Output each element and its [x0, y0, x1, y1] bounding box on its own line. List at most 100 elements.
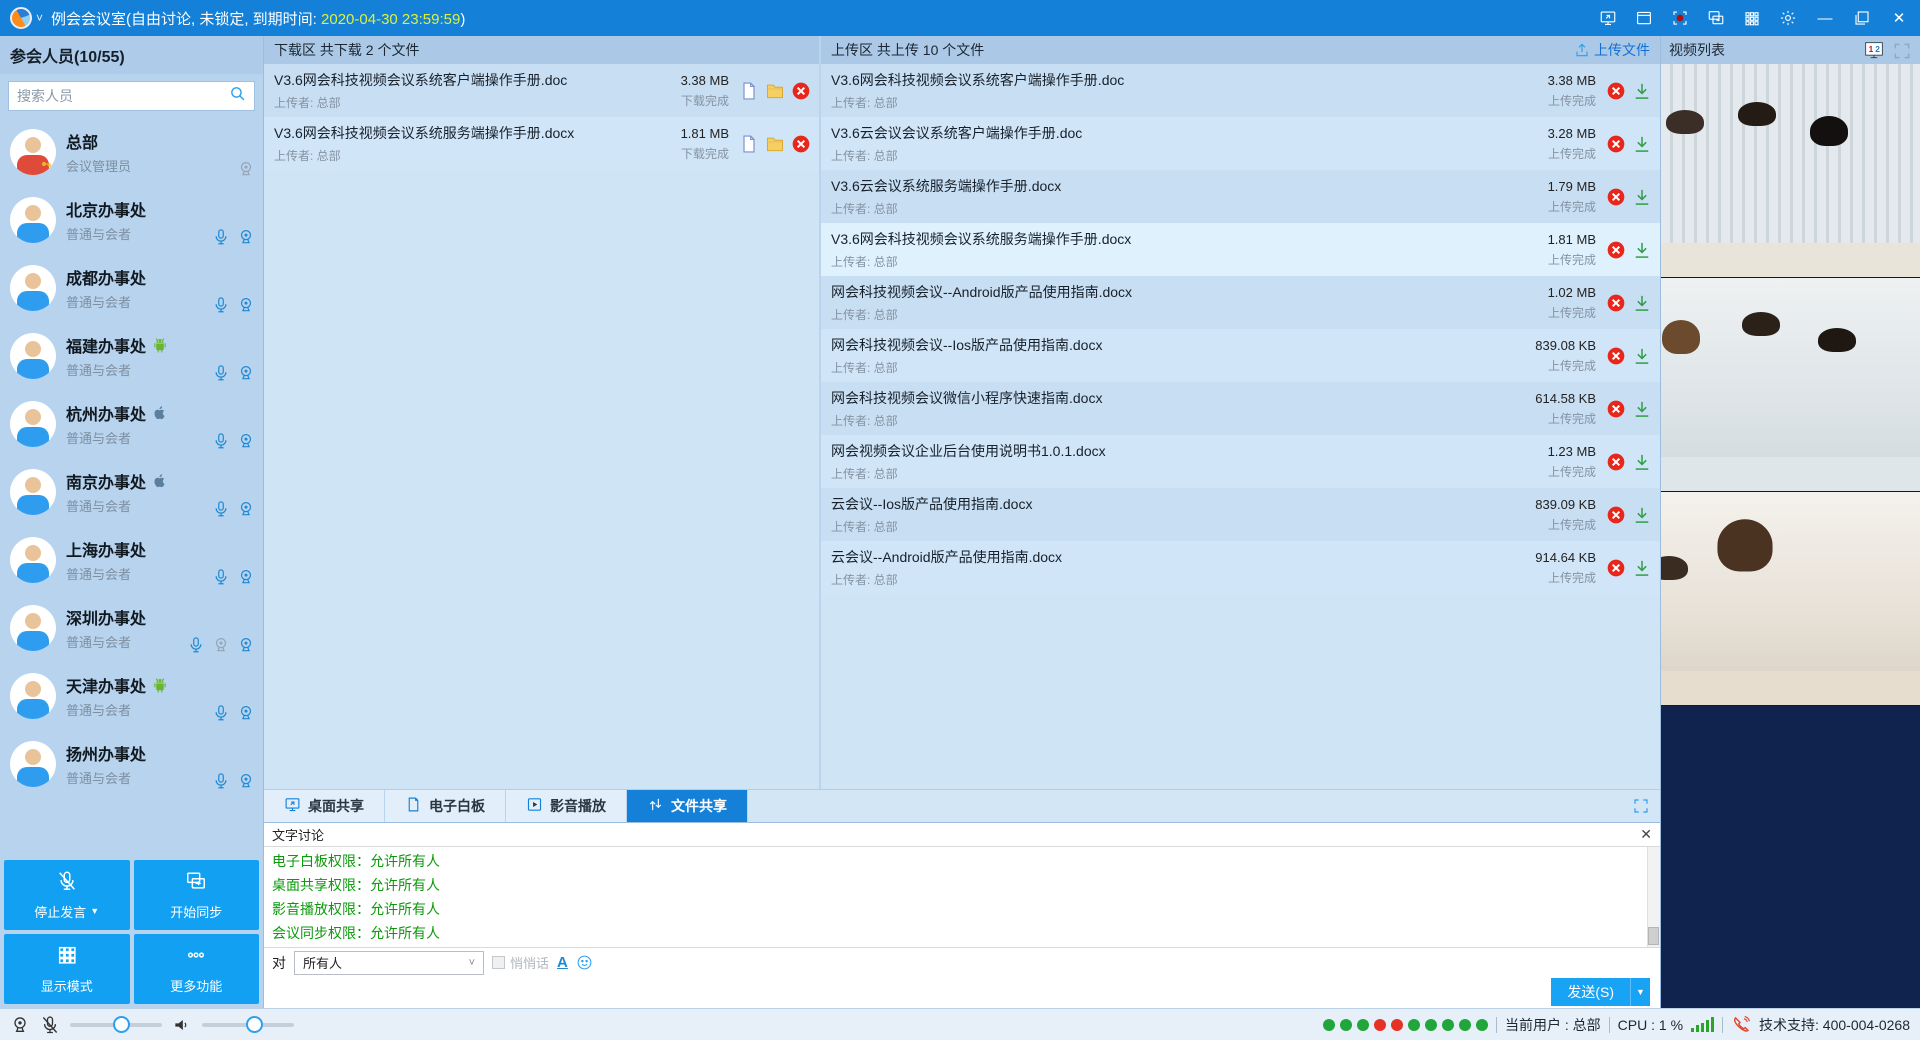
close-button[interactable]: ✕	[1888, 9, 1910, 27]
participant-row[interactable]: 成都办事处普通与会者	[0, 254, 263, 322]
participant-row[interactable]: 北京办事处普通与会者	[0, 186, 263, 254]
video-expand-icon[interactable]	[1892, 41, 1912, 59]
record-icon[interactable]	[1670, 8, 1690, 28]
delete-file-icon[interactable]	[1606, 452, 1626, 472]
upload-file-button[interactable]: 上传文件	[1574, 40, 1650, 60]
participant-row[interactable]: 南京办事处普通与会者	[0, 458, 263, 526]
file-row[interactable]: V3.6网会科技视频会议系统客户端操作手册.doc上传者: 总部3.38 MB上…	[821, 64, 1660, 117]
webcam-icon[interactable]	[237, 296, 255, 314]
minimize-button[interactable]: —	[1814, 10, 1836, 27]
chat-scrollbar[interactable]	[1647, 847, 1660, 947]
sidebar-button-显示模式[interactable]: 显示模式	[4, 934, 130, 1004]
video-thumbnail[interactable]	[1661, 492, 1920, 706]
webcam-icon[interactable]	[10, 1015, 30, 1035]
file-row[interactable]: V3.6网会科技视频会议系统服务端操作手册.docx上传者: 总部1.81 MB…	[264, 117, 819, 170]
participant-row[interactable]: 福建办事处普通与会者	[0, 322, 263, 390]
chat-close-icon[interactable]: ✕	[1640, 826, 1652, 843]
tab-文件共享[interactable]: 文件共享	[627, 790, 748, 822]
mic-icon[interactable]	[212, 364, 230, 382]
search-icon[interactable]	[229, 85, 246, 107]
file-row[interactable]: 云会议--Android版产品使用指南.docx上传者: 总部914.64 KB…	[821, 541, 1660, 594]
webcam-icon[interactable]	[237, 228, 255, 246]
checkbox-icon[interactable]	[492, 956, 505, 969]
participant-row[interactable]: 深圳办事处普通与会者	[0, 594, 263, 662]
webcam-icon[interactable]	[212, 636, 230, 654]
search-input[interactable]	[17, 88, 229, 104]
delete-file-icon[interactable]	[1606, 558, 1626, 578]
webcam-icon[interactable]	[237, 772, 255, 790]
font-icon[interactable]: A	[557, 954, 568, 971]
open-file-icon[interactable]	[739, 134, 759, 154]
download-file-icon[interactable]	[1632, 293, 1652, 313]
download-file-icon[interactable]	[1632, 240, 1652, 260]
delete-file-icon[interactable]	[1606, 293, 1626, 313]
mic-icon[interactable]	[212, 500, 230, 518]
webcam-icon[interactable]	[237, 160, 255, 178]
download-file-icon[interactable]	[1632, 558, 1652, 578]
participant-row[interactable]: 杭州办事处普通与会者	[0, 390, 263, 458]
fullscreen-icon[interactable]	[1632, 797, 1650, 815]
file-row[interactable]: 网会科技视频会议--Ios版产品使用指南.docx上传者: 总部839.08 K…	[821, 329, 1660, 382]
webcam-icon[interactable]	[237, 568, 255, 586]
file-row[interactable]: V3.6网会科技视频会议系统客户端操作手册.doc上传者: 总部3.38 MB下…	[264, 64, 819, 117]
webcam-icon[interactable]	[237, 704, 255, 722]
recipient-dropdown[interactable]: 所有人˅	[294, 951, 484, 975]
open-folder-icon[interactable]	[765, 134, 785, 154]
download-file-icon[interactable]	[1632, 346, 1652, 366]
search-box[interactable]	[8, 81, 255, 111]
webcam-icon[interactable]	[237, 364, 255, 382]
tab-电子白板[interactable]: 电子白板	[385, 790, 506, 822]
download-file-icon[interactable]	[1632, 134, 1652, 154]
file-row[interactable]: V3.6网会科技视频会议系统服务端操作手册.docx上传者: 总部1.81 MB…	[821, 223, 1660, 276]
speaker-icon[interactable]	[172, 1015, 192, 1035]
file-row[interactable]: 网会视频会议企业后台使用说明书1.0.1.docx上传者: 总部1.23 MB上…	[821, 435, 1660, 488]
mic-icon[interactable]	[212, 432, 230, 450]
video-thumbnail[interactable]	[1661, 278, 1920, 492]
mic-icon[interactable]	[212, 772, 230, 790]
video-thumbnail[interactable]	[1661, 64, 1920, 278]
mic-icon[interactable]	[212, 568, 230, 586]
file-row[interactable]: V3.6云会议会议系统客户端操作手册.doc上传者: 总部3.28 MB上传完成	[821, 117, 1660, 170]
speaker-volume-slider[interactable]	[202, 1023, 294, 1027]
download-file-icon[interactable]	[1632, 452, 1652, 472]
download-file-icon[interactable]	[1632, 81, 1652, 101]
delete-file-icon[interactable]	[1606, 346, 1626, 366]
video-layout-icon[interactable]: 12	[1864, 41, 1884, 59]
window-mode-icon[interactable]	[1634, 8, 1654, 28]
participant-row[interactable]: 天津办事处普通与会者	[0, 662, 263, 730]
open-file-icon[interactable]	[739, 81, 759, 101]
mic-icon[interactable]	[212, 228, 230, 246]
chevron-down-icon[interactable]: ˅	[36, 11, 43, 25]
mic-muted-icon[interactable]	[40, 1015, 60, 1035]
delete-file-icon[interactable]	[791, 81, 811, 101]
settings-gear-icon[interactable]	[1778, 8, 1798, 28]
open-folder-icon[interactable]	[765, 81, 785, 101]
delete-file-icon[interactable]	[1606, 187, 1626, 207]
delete-file-icon[interactable]	[791, 134, 811, 154]
whisper-checkbox[interactable]: 悄悄话	[492, 953, 549, 972]
participant-row[interactable]: 扬州办事处普通与会者	[0, 730, 263, 798]
download-file-icon[interactable]	[1632, 399, 1652, 419]
screen-demo-icon[interactable]	[1598, 8, 1618, 28]
webcam-icon[interactable]	[237, 636, 255, 654]
mic-icon[interactable]	[187, 636, 205, 654]
mic-icon[interactable]	[212, 296, 230, 314]
download-file-icon[interactable]	[1632, 505, 1652, 525]
file-row[interactable]: 网会科技视频会议--Android版产品使用指南.docx上传者: 总部1.02…	[821, 276, 1660, 329]
maximize-button[interactable]	[1852, 8, 1872, 28]
sidebar-button-更多功能[interactable]: 更多功能	[134, 934, 260, 1004]
participant-row[interactable]: 上海办事处普通与会者	[0, 526, 263, 594]
sidebar-button-开始同步[interactable]: 开始同步	[134, 860, 260, 930]
tab-影音播放[interactable]: 影音播放	[506, 790, 627, 822]
webcam-icon[interactable]	[237, 432, 255, 450]
sidebar-button-停止发言[interactable]: 停止发言▼	[4, 860, 130, 930]
send-button[interactable]: 发送(S) ▼	[1551, 978, 1650, 1006]
send-options-caret[interactable]: ▼	[1630, 978, 1650, 1006]
delete-file-icon[interactable]	[1606, 399, 1626, 419]
file-row[interactable]: V3.6云会议系统服务端操作手册.docx上传者: 总部1.79 MB上传完成	[821, 170, 1660, 223]
screen-cast-icon[interactable]	[1706, 8, 1726, 28]
delete-file-icon[interactable]	[1606, 240, 1626, 260]
dialpad-icon[interactable]	[1742, 8, 1762, 28]
tab-桌面共享[interactable]: 桌面共享	[264, 790, 385, 822]
delete-file-icon[interactable]	[1606, 505, 1626, 525]
